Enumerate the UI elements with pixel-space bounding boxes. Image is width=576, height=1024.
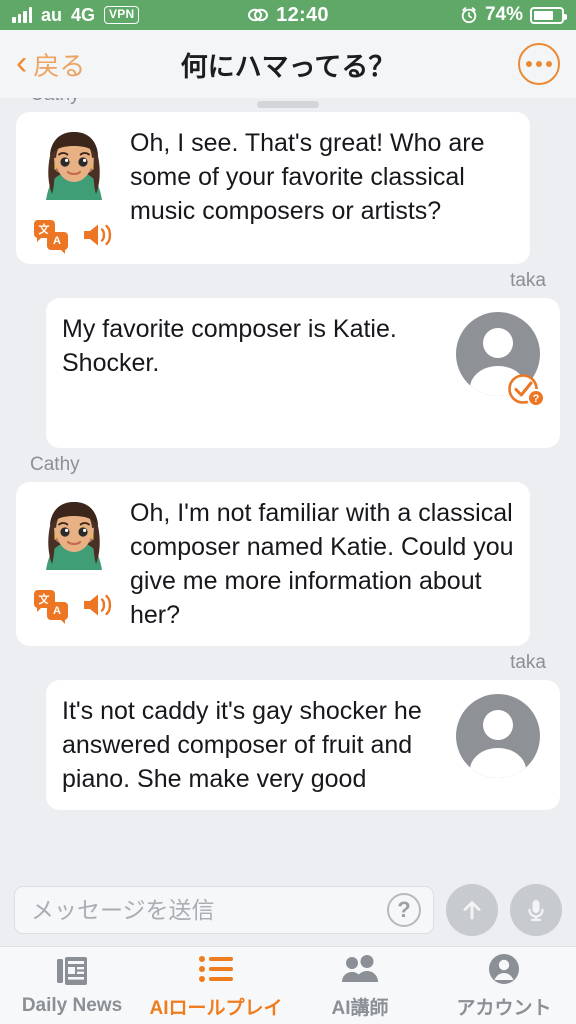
newspaper-icon [56, 954, 88, 988]
status-bar-left: au 4G VPN [12, 4, 140, 26]
message-text: My favorite composer is Katie. Shocker. [62, 315, 397, 377]
translate-icon[interactable]: 文A [33, 590, 68, 624]
list-icon [199, 952, 233, 986]
user-avatar-column [452, 694, 544, 778]
vpn-badge: VPN [104, 6, 140, 24]
bot-message-actions: 文A [33, 220, 115, 254]
arrow-up-icon [463, 901, 481, 920]
clock-label: 12:40 [276, 3, 329, 26]
account-circle-icon [488, 952, 520, 986]
message-composer: ? [0, 874, 576, 946]
message-row: 文A Oh, I'm not familiar with a classical… [16, 482, 560, 646]
speaker-icon[interactable] [81, 591, 115, 619]
message-sender-name: taka [510, 652, 546, 673]
microphone-button[interactable] [510, 884, 562, 936]
bottom-tab-bar: Daily News AIロールプレイ AI講師 アカウント [0, 946, 576, 1024]
tab-account[interactable]: アカウント [432, 952, 576, 1020]
tab-label: AIロールプレイ [149, 997, 283, 1019]
message-sender-name: Cathy [30, 454, 80, 475]
message-text: Oh, I'm not familiar with a classical co… [130, 499, 514, 629]
message-text: Oh, I see. That's great! Who are some of… [130, 129, 485, 225]
battery-percent-label: 74% [484, 4, 523, 25]
cathy-illustration-avatar [34, 126, 114, 212]
alarm-clock-icon [461, 7, 477, 24]
page-title: 何にハマってる？ [180, 51, 396, 82]
tab-daily-news[interactable]: Daily News [0, 954, 144, 1017]
bot-message-actions: 文A [33, 590, 115, 624]
bot-message-bubble[interactable]: 文A Oh, I see. That's great! Who are some… [16, 112, 530, 264]
check-question-badge-icon[interactable]: ? [506, 370, 546, 410]
tab-label: AI講師 [331, 997, 389, 1019]
tab-ai-roleplay[interactable]: AIロールプレイ [144, 952, 288, 1020]
message-text: It's not caddy it's gay shocker he answe… [62, 697, 422, 793]
message-row: My favorite composer is Katie. Shocker. … [16, 298, 560, 448]
cathy-illustration-avatar [34, 496, 114, 582]
status-bar-right: 74% [460, 4, 567, 26]
message-row: 文A Oh, I see. That's great! Who are some… [16, 112, 560, 264]
user-message-bubble[interactable]: My favorite composer is Katie. Shocker. … [46, 298, 560, 448]
people-icon [341, 952, 379, 986]
chat-scroll-area[interactable]: Cathy [0, 98, 576, 874]
bot-avatar-column: 文A [32, 126, 116, 254]
sheet-grabber[interactable] [257, 101, 319, 108]
message-sender-name: taka [510, 270, 546, 291]
user-person-avatar [456, 694, 540, 778]
page-header: ‹ 戻る 何にハマってる？ [0, 30, 576, 108]
app-root: au 4G VPN 12:40 74% ‹ 戻る 何にハマってる？ 文 A Oh… [0, 0, 576, 1024]
back-button-label: 戻る [33, 50, 86, 81]
user-message-bubble[interactable]: It's not caddy it's gay shocker he answe… [46, 680, 560, 810]
signal-bars-icon [12, 7, 32, 23]
user-avatar-column: ? [452, 312, 545, 407]
speaker-icon[interactable] [81, 221, 115, 249]
battery-icon [530, 6, 567, 24]
message-input[interactable] [31, 896, 387, 924]
tab-label: アカウント [456, 997, 552, 1019]
bot-message-bubble[interactable]: 文A Oh, I'm not familiar with a classical… [16, 482, 530, 646]
back-button[interactable]: ‹ 戻る [16, 46, 85, 83]
chevron-left-icon: ‹ [16, 43, 28, 82]
tab-label: Daily News [21, 995, 123, 1016]
status-bar: au 4G VPN 12:40 74% [0, 0, 576, 30]
bot-avatar-column: 文A [32, 496, 116, 624]
link-icon [248, 8, 269, 22]
microphone-icon [528, 900, 544, 922]
send-button[interactable] [446, 884, 498, 936]
more-options-button[interactable] [518, 43, 560, 85]
message-input-field[interactable]: ? [14, 886, 434, 934]
network-type-label: 4G [71, 4, 96, 25]
translate-icon[interactable]: 文A [33, 220, 68, 254]
svg-text:?: ? [533, 393, 540, 405]
tab-ai-teacher[interactable]: AI講師 [288, 952, 432, 1020]
message-row: It's not caddy it's gay shocker he answe… [16, 680, 560, 810]
question-mark-icon[interactable]: ? [387, 893, 421, 927]
carrier-label: au [41, 4, 63, 25]
